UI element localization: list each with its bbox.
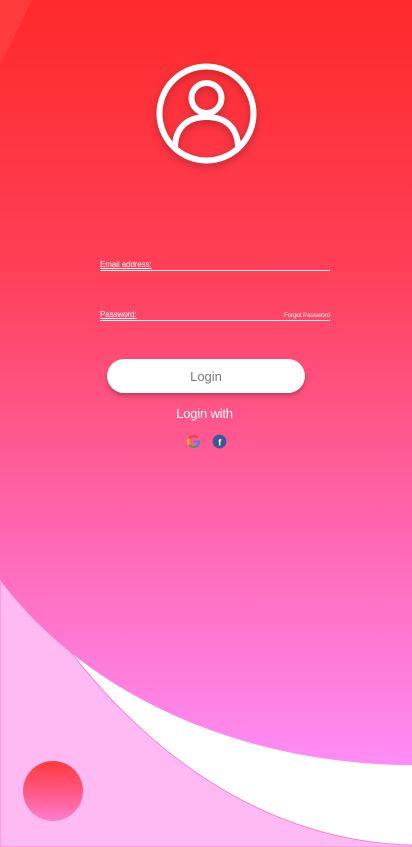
password-label: Password: [100,310,137,319]
avatar [155,62,258,165]
corner-decoration [23,761,83,821]
user-circle-icon [156,63,257,164]
password-input[interactable] [158,308,275,320]
login-with-label: Login with [176,406,233,421]
email-label: Email address: [100,260,152,269]
email-field[interactable]: Email address: [100,256,330,271]
email-input[interactable] [158,258,330,270]
google-icon[interactable] [186,434,201,449]
forgot-password-link[interactable]: Forgot Password [284,312,330,319]
facebook-icon[interactable]: f [212,434,227,449]
password-field[interactable]: Password: Forgot Password [100,306,330,321]
login-button[interactable]: Login [107,359,305,393]
